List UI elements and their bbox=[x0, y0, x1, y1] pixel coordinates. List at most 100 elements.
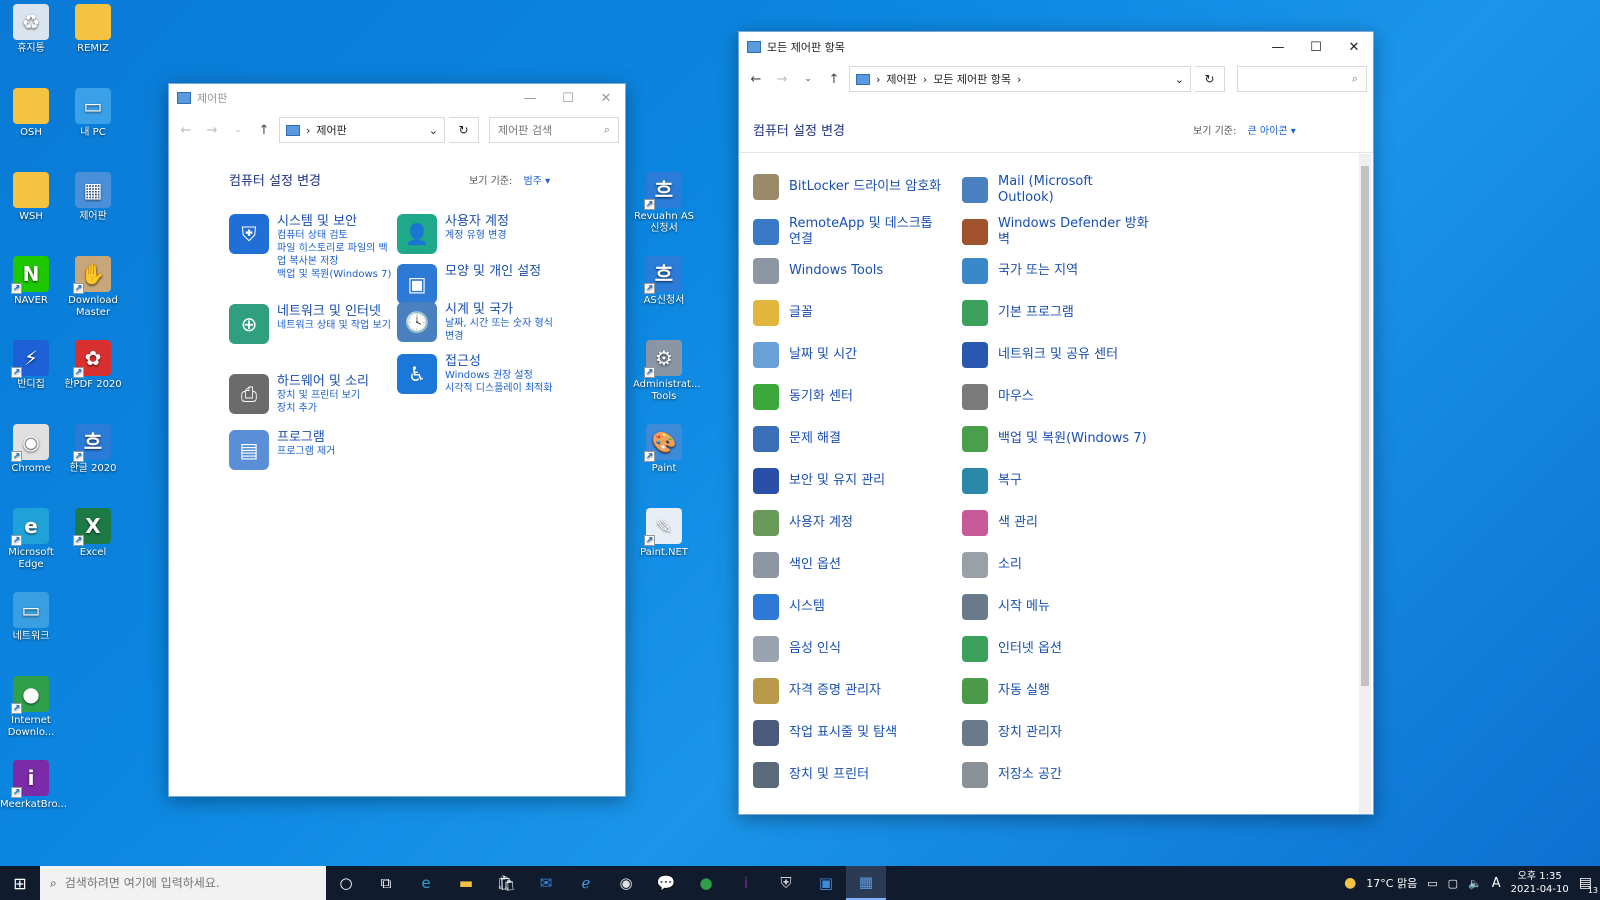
desktop-icon[interactable]: 🎨 ↗ Paint bbox=[633, 424, 695, 475]
desktop-icon[interactable]: ✿ ↗ 한PDF 2020 bbox=[62, 340, 124, 391]
chevron-down-icon[interactable]: ⌄ bbox=[1175, 73, 1184, 86]
category-item[interactable]: ▣ 모양 및 개인 설정 bbox=[397, 264, 562, 304]
recent-chevron-icon[interactable]: ⌄ bbox=[227, 125, 249, 135]
category-item[interactable]: ⎙ 하드웨어 및 소리 장치 및 프린터 보기 장치 추가 bbox=[229, 374, 394, 415]
category-title[interactable]: 모양 및 개인 설정 bbox=[445, 264, 541, 279]
category-title[interactable]: 접근성 bbox=[445, 354, 553, 369]
ime-indicator[interactable]: A bbox=[1492, 876, 1501, 891]
category-link[interactable]: 네트워크 상태 및 작업 보기 bbox=[277, 319, 391, 332]
desktop-icon[interactable]: ▦ 제어판 bbox=[62, 172, 124, 223]
minimize-button[interactable]: — bbox=[1259, 40, 1297, 55]
desktop-icon[interactable]: 흐 ↗ 한글 2020 bbox=[62, 424, 124, 475]
taskbar-chrome-icon[interactable]: ◉ bbox=[606, 866, 646, 900]
control-panel-item[interactable]: 문제 해결 bbox=[753, 426, 943, 452]
category-link[interactable]: 컴퓨터 상태 검토 bbox=[277, 229, 394, 242]
desktop-icon[interactable]: ▭ 네트워크 bbox=[0, 592, 62, 643]
category-title[interactable]: 사용자 계정 bbox=[445, 214, 509, 229]
display-icon[interactable]: ▢ bbox=[1448, 877, 1458, 890]
back-arrow-icon[interactable]: ← bbox=[745, 72, 767, 87]
cp-address-bar[interactable]: › 제어판 ⌄ bbox=[279, 117, 445, 143]
desktop-icon[interactable]: ⚡ ↗ 반디집 bbox=[0, 340, 62, 391]
control-panel-item[interactable]: 시스템 bbox=[753, 594, 943, 620]
control-panel-item[interactable]: 음성 인식 bbox=[753, 636, 943, 662]
control-panel-item[interactable]: 네트워크 및 공유 센터 bbox=[962, 342, 1152, 368]
category-link[interactable]: 장치 추가 bbox=[277, 402, 369, 415]
control-panel-item[interactable]: Windows Defender 방화벽 bbox=[962, 216, 1152, 248]
control-panel-item[interactable]: 색인 옵션 bbox=[753, 552, 943, 578]
control-panel-item[interactable]: Mail (Microsoft Outlook) bbox=[962, 174, 1152, 206]
category-link[interactable]: 장치 및 프린터 보기 bbox=[277, 389, 369, 402]
category-title[interactable]: 하드웨어 및 소리 bbox=[277, 374, 369, 389]
desktop-icon[interactable]: WSH bbox=[0, 172, 62, 223]
minimize-button[interactable]: — bbox=[511, 91, 549, 106]
windows-start-icon[interactable]: ⊞ bbox=[0, 874, 40, 893]
control-panel-item[interactable]: 보안 및 유지 관리 bbox=[753, 468, 943, 494]
chevron-down-icon[interactable]: ⌄ bbox=[429, 124, 438, 137]
category-item[interactable]: ♿ 접근성 Windows 권장 설정 시각적 디스플레이 최적화 bbox=[397, 354, 562, 395]
control-panel-item[interactable]: 사용자 계정 bbox=[753, 510, 943, 536]
all-items-window[interactable]: 모든 제어판 항목 — ☐ ✕ ← → ⌄ ↑ › 제어판 › 모든 제어판 항… bbox=[738, 31, 1374, 815]
clock[interactable]: 오후 1:35 2021-04-10 bbox=[1511, 870, 1569, 896]
category-link[interactable]: 시각적 디스플레이 최적화 bbox=[445, 382, 553, 395]
category-item[interactable]: ▤ 프로그램 프로그램 제거 bbox=[229, 430, 394, 470]
taskbar-mail-icon[interactable]: ✉ bbox=[526, 866, 566, 900]
scrollbar-thumb[interactable] bbox=[1361, 166, 1369, 686]
category-link[interactable]: 날짜, 시간 또는 숫자 형식 변경 bbox=[445, 317, 562, 343]
refresh-button[interactable]: ↻ bbox=[1195, 66, 1225, 92]
control-panel-item[interactable]: 동기화 센터 bbox=[753, 384, 943, 410]
breadcrumb-item[interactable]: 모든 제어판 항목 bbox=[933, 71, 1011, 87]
desktop-icon[interactable]: ♻ 휴지통 bbox=[0, 4, 62, 55]
desktop-icon[interactable]: ✎ ↗ Paint.NET bbox=[633, 508, 695, 559]
recent-chevron-icon[interactable]: ⌄ bbox=[797, 74, 819, 84]
taskbar-shield-icon[interactable]: ⛨ bbox=[766, 866, 806, 900]
desktop-icon[interactable]: ◉ ↗ Chrome bbox=[0, 424, 62, 475]
control-panel-item[interactable]: 장치 관리자 bbox=[962, 720, 1152, 746]
desktop-icon[interactable]: ⚙ ↗ Administrat... Tools bbox=[633, 340, 700, 403]
category-link[interactable]: 백업 및 복원(Windows 7) bbox=[277, 268, 394, 281]
desktop-icon[interactable]: X ↗ Excel bbox=[62, 508, 124, 559]
category-title[interactable]: 시스템 및 보안 bbox=[277, 214, 394, 229]
weather-text[interactable]: 17°C 맑음 bbox=[1366, 875, 1417, 891]
forward-arrow-icon[interactable]: → bbox=[201, 123, 223, 138]
desktop-icon[interactable]: N ↗ NAVER bbox=[0, 256, 62, 307]
control-panel-item[interactable]: 국가 또는 지역 bbox=[962, 258, 1152, 284]
refresh-button[interactable]: ↻ bbox=[449, 117, 479, 143]
control-panel-item[interactable]: 백업 및 복원(Windows 7) bbox=[962, 426, 1152, 452]
taskbar-explorer-icon[interactable]: ▬ bbox=[446, 866, 486, 900]
notification-icon[interactable]: ▤ 13 bbox=[1579, 875, 1598, 895]
weather-icon[interactable]: ● bbox=[1344, 875, 1356, 891]
control-panel-item[interactable]: 시작 메뉴 bbox=[962, 594, 1152, 620]
control-panel-item[interactable]: 복구 bbox=[962, 468, 1152, 494]
network-icon[interactable]: ▭ bbox=[1427, 877, 1437, 890]
taskbar-cortana-icon[interactable]: ○ bbox=[326, 866, 366, 900]
cp-search-box[interactable]: ⌕ bbox=[489, 117, 619, 143]
control-panel-item[interactable]: 색 관리 bbox=[962, 510, 1152, 536]
category-item[interactable]: ⛨ 시스템 및 보안 컴퓨터 상태 검토 파일 히스토리로 파일의 백업 복사본 저장… bbox=[229, 214, 394, 281]
control-panel-item[interactable]: 날짜 및 시간 bbox=[753, 342, 943, 368]
up-arrow-icon[interactable]: ↑ bbox=[253, 123, 275, 138]
desktop-icon[interactable]: ● ↗ Internet Downlo... bbox=[0, 676, 62, 739]
taskbar-edge-icon[interactable]: e bbox=[406, 866, 446, 900]
desktop-icon[interactable]: ✋ ↗ Download Master bbox=[62, 256, 124, 319]
control-panel-item[interactable]: BitLocker 드라이브 암호화 bbox=[753, 174, 943, 200]
control-panel-window[interactable]: 제어판 — ☐ ✕ ← → ⌄ ↑ › 제어판 ⌄ ↻ ⌕ 컴퓨터 설정 변경 … bbox=[168, 83, 626, 797]
breadcrumb[interactable]: 제어판 bbox=[316, 122, 422, 138]
close-button[interactable]: ✕ bbox=[587, 91, 625, 106]
taskbar-search-input[interactable] bbox=[64, 876, 295, 890]
desktop-icon[interactable]: 흐 ↗ AS신청서 bbox=[633, 256, 695, 307]
search-input[interactable] bbox=[498, 123, 604, 137]
search-icon[interactable]: ⌕ bbox=[604, 123, 610, 137]
all-search-box[interactable]: ⌕ bbox=[1237, 66, 1367, 92]
vertical-scrollbar[interactable] bbox=[1359, 154, 1371, 814]
close-button[interactable]: ✕ bbox=[1335, 40, 1373, 55]
category-link[interactable]: 계정 유형 변경 bbox=[445, 229, 509, 242]
control-panel-item[interactable]: 소리 bbox=[962, 552, 1152, 578]
control-panel-item[interactable]: 작업 표시줄 및 탐색 bbox=[753, 720, 943, 746]
maximize-button[interactable]: ☐ bbox=[1297, 40, 1335, 55]
desktop-icon[interactable]: ▭ 내 PC bbox=[62, 88, 124, 139]
desktop-icon[interactable]: OSH bbox=[0, 88, 62, 139]
category-title[interactable]: 시계 및 국가 bbox=[445, 302, 562, 317]
taskbar-control-panel-icon[interactable]: ▦ bbox=[846, 866, 886, 900]
control-panel-item[interactable]: 마우스 bbox=[962, 384, 1152, 410]
volume-icon[interactable]: 🔈 bbox=[1468, 877, 1482, 890]
